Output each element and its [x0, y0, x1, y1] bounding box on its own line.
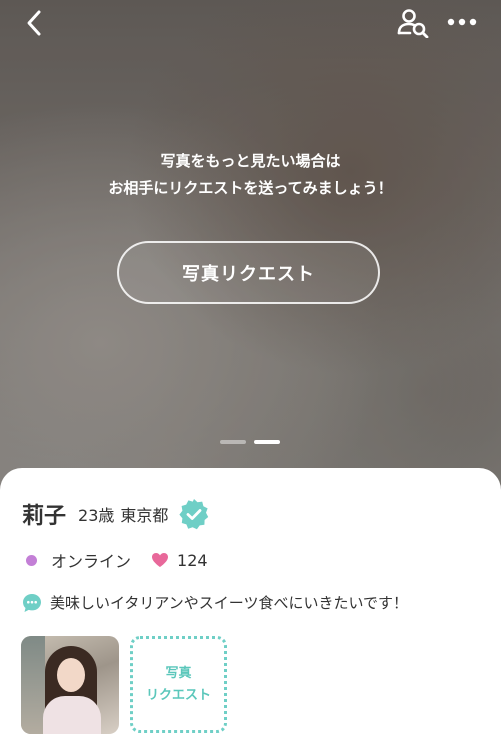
name-row: 莉子 23歳 東京都: [22, 498, 210, 530]
photo-pager: [220, 440, 280, 444]
user-search-icon: [397, 9, 429, 39]
more-button[interactable]: [445, 10, 479, 34]
online-dot-icon: [26, 554, 37, 566]
profile-comment: 美味しいイタリアンやスイーツ食べにいきたいです！: [50, 594, 409, 612]
message-line-2: お相手にリクエストを送ってみましょう！: [108, 179, 393, 197]
pager-dot[interactable]: [220, 440, 246, 444]
profile-age: 23歳: [78, 506, 115, 525]
like-count: 124: [177, 550, 208, 570]
pager-dot-active[interactable]: [254, 440, 280, 444]
online-status: オンライン: [51, 552, 132, 571]
heart-icon: [152, 553, 169, 567]
profile-photo-thumbnail[interactable]: [21, 636, 119, 734]
status-row: オンライン 124: [22, 548, 208, 572]
more-horizontal-icon: [447, 18, 477, 26]
photo-request-tile[interactable]: 写真 リクエスト: [130, 636, 227, 733]
profile-name: 莉子: [22, 504, 67, 529]
photo-request-message: 写真をもっと見たい場合は お相手にリクエストを送ってみましょう！: [0, 148, 501, 202]
profile-card: 莉子 23歳 東京都 オンライン 124 美味しいイタリアンやスイーツ食べにいき…: [0, 468, 501, 753]
message-line-1: 写真をもっと見たい場合は: [160, 152, 341, 170]
back-button[interactable]: [20, 8, 48, 38]
photo-request-button[interactable]: 写真リクエスト: [117, 241, 380, 304]
request-tile-line-2: リクエスト: [145, 687, 211, 703]
chevron-left-icon: [27, 10, 41, 36]
request-tile-line-1: 写真: [165, 665, 192, 681]
verified-badge-icon: [179, 499, 209, 530]
speech-bubble-icon: [23, 593, 41, 612]
profile-area: 東京都: [120, 506, 169, 525]
comment-row: 美味しいイタリアンやスイーツ食べにいきたいです！: [22, 592, 408, 613]
user-search-button[interactable]: [396, 8, 430, 39]
profile-photo-area[interactable]: 写真をもっと見たい場合は お相手にリクエストを送ってみましょう！ 写真リクエスト: [0, 0, 501, 490]
